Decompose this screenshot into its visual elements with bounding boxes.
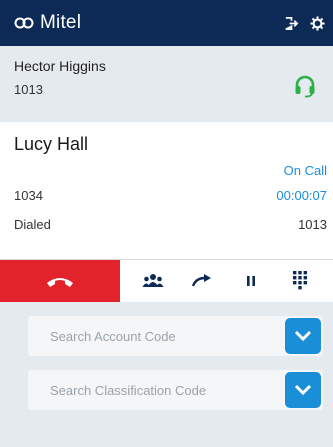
call-status: On Call <box>283 163 327 178</box>
app-header: Mitel <box>0 0 333 46</box>
status-row: On Call <box>14 163 327 178</box>
classification-code-input[interactable] <box>28 370 285 410</box>
header-actions <box>283 15 325 31</box>
hangup-button[interactable] <box>0 260 120 302</box>
brand-name: Mitel <box>40 12 82 33</box>
user-extension: 1013 <box>14 82 43 97</box>
caller-name: Lucy Hall <box>14 134 89 154</box>
caller-number: 1034 <box>14 188 43 203</box>
classification-code-dropdown-button[interactable] <box>285 372 321 408</box>
brand: Mitel <box>14 12 81 34</box>
mitel-logo-icon <box>14 17 34 29</box>
call-toolbar <box>0 259 333 302</box>
dialed-number: 1013 <box>298 217 327 232</box>
call-tools <box>120 260 333 302</box>
codes-panel <box>0 302 333 447</box>
account-code-dropdown-button[interactable] <box>285 318 321 354</box>
classification-code-row <box>28 370 323 410</box>
direction-label: Dialed <box>14 217 51 232</box>
hold-icon[interactable] <box>238 268 264 294</box>
hangup-icon <box>47 278 73 287</box>
user-name: Hector Higgins <box>14 58 106 74</box>
user-panel: Hector Higgins 1013 <box>0 46 333 122</box>
call-info: Lucy Hall On Call 1034 00:00:07 Dialed 1… <box>0 122 333 259</box>
logout-icon[interactable] <box>283 15 299 31</box>
number-row: 1034 00:00:07 <box>14 188 327 203</box>
softphone-app: Mitel Hector Higgins 1013 Lucy Hall On C… <box>0 0 333 447</box>
call-timer: 00:00:07 <box>276 188 327 203</box>
headset-icon[interactable] <box>293 74 317 98</box>
account-code-input[interactable] <box>28 316 285 356</box>
gear-icon[interactable] <box>309 15 325 31</box>
chevron-down-icon <box>294 384 312 396</box>
chevron-down-icon <box>294 330 312 342</box>
conference-icon[interactable] <box>140 268 166 294</box>
account-code-row <box>28 316 323 356</box>
transfer-icon[interactable] <box>189 268 215 294</box>
dialpad-icon[interactable] <box>287 268 313 294</box>
dialed-row: Dialed 1013 <box>14 217 327 232</box>
